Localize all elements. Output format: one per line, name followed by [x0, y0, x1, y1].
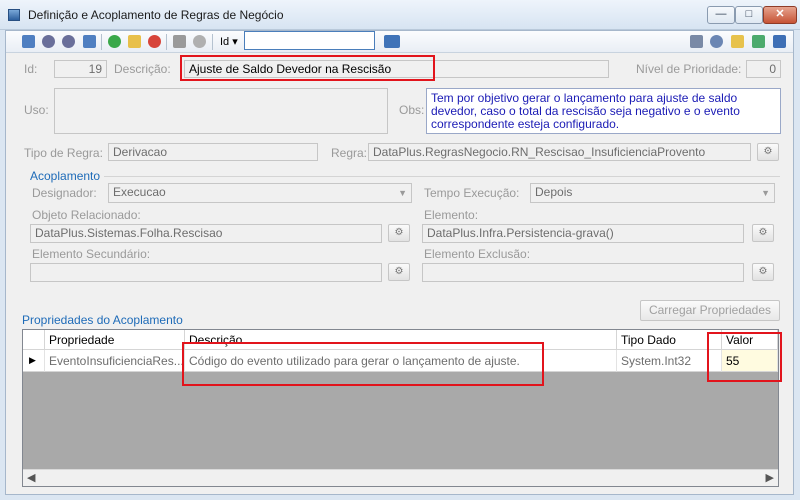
toolbar-separator — [101, 34, 102, 50]
close-button[interactable]: ✕ — [763, 6, 797, 24]
secundario-label: Elemento Secundário: — [32, 247, 151, 261]
search-go-icon[interactable] — [384, 35, 400, 48]
minimize-button[interactable]: — — [707, 6, 735, 24]
highlight-box-valor — [707, 332, 782, 382]
secundario-picker-button[interactable]: ⚙ — [388, 263, 410, 281]
id-label: Id: — [24, 62, 38, 76]
search-input[interactable] — [244, 31, 375, 50]
grid-row-header-corner — [23, 330, 45, 350]
view-icon[interactable] — [690, 35, 703, 48]
tempo-label: Tempo Execução: — [424, 186, 520, 200]
save-icon[interactable] — [173, 35, 186, 48]
maximize-button[interactable]: □ — [735, 6, 763, 24]
acoplamento-title: Acoplamento — [30, 169, 101, 183]
descricao-label: Descrição: — [114, 62, 171, 76]
previous-record-icon[interactable] — [42, 35, 55, 48]
regra-picker-button[interactable]: ⚙ — [757, 143, 779, 161]
exclusao-field[interactable] — [422, 263, 744, 282]
edit-icon[interactable] — [128, 35, 141, 48]
exit-icon[interactable] — [773, 35, 786, 48]
objeto-field[interactable]: DataPlus.Sistemas.Folha.Rescisao — [30, 224, 382, 243]
last-record-icon[interactable] — [83, 35, 96, 48]
elemento-picker-button[interactable]: ⚙ — [752, 224, 774, 242]
propriedades-title: Propriedades do Acoplamento — [22, 313, 183, 327]
cell-propriedade[interactable]: EventoInsuficienciaRes... — [45, 350, 185, 372]
prioridade-field[interactable]: 0 — [746, 60, 781, 78]
id-field[interactable]: 19 — [54, 60, 107, 78]
export-icon[interactable] — [752, 35, 765, 48]
uso-field[interactable] — [54, 88, 388, 134]
search-field-label: Id — [220, 36, 230, 48]
tipo-regra-label: Tipo de Regra: — [24, 146, 103, 160]
designador-label: Designador: — [32, 186, 97, 200]
chevron-down-icon: ▼ — [398, 188, 407, 198]
elemento-field[interactable]: DataPlus.Infra.Persistencia-grava() — [422, 224, 744, 243]
designador-select[interactable]: Execucao ▼ — [108, 183, 412, 203]
regra-label: Regra: — [331, 146, 368, 160]
first-record-icon[interactable] — [22, 35, 35, 48]
regra-field[interactable]: DataPlus.RegrasNegocio.RN_Rescisao_Insuf… — [368, 143, 751, 161]
undo-icon[interactable] — [193, 35, 206, 48]
carregar-propriedades-button[interactable]: Carregar Propriedades — [640, 300, 780, 321]
delete-icon[interactable] — [148, 35, 161, 48]
column-header-propriedade[interactable]: Propriedade — [45, 330, 185, 350]
acoplamento-divider — [104, 176, 780, 177]
title-bar: Definição e Acoplamento de Regras de Neg… — [0, 0, 800, 30]
designador-value: Execucao — [113, 185, 166, 199]
window-title: Definição e Acoplamento de Regras de Neg… — [28, 8, 284, 22]
scroll-right-icon[interactable]: ▶ — [766, 471, 774, 484]
obs-field[interactable]: Tem por objetivo gerar o lançamento para… — [426, 88, 781, 134]
horizontal-scrollbar[interactable]: ◀ ▶ — [23, 469, 778, 486]
prioridade-label: Nível de Prioridade: — [636, 62, 742, 76]
tempo-select[interactable]: Depois ▼ — [530, 183, 775, 203]
uso-label: Uso: — [24, 103, 49, 117]
elemento-label: Elemento: — [424, 208, 479, 222]
toolbar-separator — [166, 34, 167, 50]
exclusao-label: Elemento Exclusão: — [424, 247, 531, 261]
obs-label: Obs: — [399, 103, 425, 117]
settings-icon[interactable] — [710, 35, 723, 48]
highlight-box-descricao-cell — [182, 342, 544, 386]
report-icon[interactable] — [731, 35, 744, 48]
tipo-regra-field[interactable]: Derivacao — [108, 143, 318, 161]
objeto-picker-button[interactable]: ⚙ — [388, 224, 410, 242]
app-icon — [8, 9, 20, 21]
toolbar-separator — [212, 34, 213, 50]
scroll-left-icon[interactable]: ◀ — [27, 471, 35, 484]
row-indicator-icon[interactable]: ▶ — [23, 350, 45, 372]
objeto-label: Objeto Relacionado: — [32, 208, 141, 222]
secundario-field[interactable] — [30, 263, 382, 282]
search-field-selector[interactable]: Id ▾ — [220, 35, 238, 48]
exclusao-picker-button[interactable]: ⚙ — [752, 263, 774, 281]
add-icon[interactable] — [108, 35, 121, 48]
next-record-icon[interactable] — [62, 35, 75, 48]
highlight-box-descricao — [180, 55, 435, 81]
tempo-value: Depois — [535, 185, 573, 199]
chevron-down-icon: ▼ — [761, 188, 770, 198]
